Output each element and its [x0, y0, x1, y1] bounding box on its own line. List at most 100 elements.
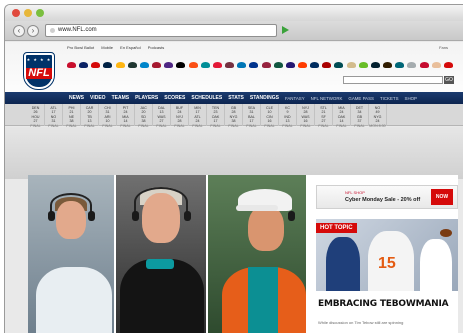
nav-news[interactable]: NEWS	[69, 95, 84, 101]
team-helmet-icon[interactable]	[334, 62, 344, 68]
utility-link-mobile[interactable]: Mobile	[101, 45, 113, 50]
go-arrow-icon[interactable]	[282, 26, 289, 34]
headset-icon	[134, 187, 188, 217]
team-helmet-icon[interactable]	[200, 62, 210, 68]
forward-button[interactable]: ›	[27, 25, 39, 37]
nfl-logo[interactable]: ★ ★ ★ ★ NFL	[23, 52, 55, 90]
score-game[interactable]: PIT 24 MIA 14 FINAL	[117, 104, 135, 128]
team-helmet-icon[interactable]	[346, 62, 356, 68]
score-game[interactable]: STL 21 SF 27 FINAL	[315, 104, 333, 128]
hero-section: NFL SHOP Cyber Monday Sale - 20% off NOW…	[28, 175, 458, 333]
team-helmet-icon[interactable]	[383, 62, 393, 68]
score-game[interactable]: ATL 17 NO 31 FINAL	[45, 104, 63, 128]
nav-fantasy[interactable]: FANTASY	[285, 96, 305, 101]
team-helmet-icon[interactable]	[297, 62, 307, 68]
utility-link-espanol[interactable]: En Español	[120, 45, 140, 50]
score-game[interactable]: NYJ 28 WAS 16 FINAL	[297, 104, 315, 128]
team-helmet-icon[interactable]	[103, 62, 113, 68]
earcup-right	[184, 211, 191, 221]
nav-teams[interactable]: TEAMS	[112, 95, 130, 101]
team-helmet-icon[interactable]	[310, 62, 320, 68]
team-helmet-icon[interactable]	[79, 62, 89, 68]
team-helmet-icon[interactable]	[407, 62, 417, 68]
score-game[interactable]: MIA 24 OAK 14 FINAL	[333, 104, 351, 128]
team-helmet-icon[interactable]	[164, 62, 174, 68]
hot-topic-image[interactable]: 15 HOT TOPIC	[316, 219, 458, 291]
team-helmet-icon[interactable]	[358, 62, 368, 68]
nav-standings[interactable]: STANDINGS	[250, 95, 279, 101]
nav-scores[interactable]: SCORES	[164, 95, 185, 101]
score-game[interactable]: KC 9 IND 13 FINAL	[279, 104, 297, 128]
score-game[interactable]: PHI 21 NE 38 FINAL	[63, 104, 81, 128]
browser-window: ‹ › www.NFL.com Pro Bowl Ballot Mobile E…	[4, 4, 463, 333]
score-game[interactable]: CHI 31 ARI 10 FINAL	[99, 104, 117, 128]
team-helmet-icon[interactable]	[188, 62, 198, 68]
nav-schedules[interactable]: SCHEDULES	[191, 95, 222, 101]
player-right	[420, 239, 452, 291]
fans-link[interactable]: Fans	[439, 45, 448, 50]
score-game[interactable]: JAC 20 SD 38 FINAL	[135, 104, 153, 128]
score-game[interactable]: SEA 31 BAL 17 FINAL	[243, 104, 261, 128]
score-game[interactable]: BUF 24 NYJ 28 FINAL	[171, 104, 189, 128]
team-helmet-icon[interactable]	[249, 62, 259, 68]
score-game[interactable]: MIN 17 ATL 24 FINAL	[189, 104, 207, 128]
score-game[interactable]: TEN 23 OAK 17 FINAL	[207, 104, 225, 128]
nav-stats[interactable]: STATS	[228, 95, 244, 101]
team-helmet-icon[interactable]	[212, 62, 222, 68]
page-background	[5, 127, 463, 179]
hot-topic-headline[interactable]: EMBRACING TEBOWMANIA	[318, 299, 449, 309]
team-helmet-icon[interactable]	[322, 62, 332, 68]
site-icon	[50, 28, 55, 33]
minimize-window-icon[interactable]	[24, 9, 32, 17]
jersey-number: 15	[378, 255, 396, 272]
search-input[interactable]	[343, 76, 443, 84]
team-helmet-icon[interactable]	[225, 62, 235, 68]
nav-tickets[interactable]: TICKETS	[380, 96, 399, 101]
utility-link-podcasts[interactable]: Podcasts	[148, 45, 164, 50]
team-helmet-icon[interactable]	[67, 62, 76, 68]
team-helmet-icon[interactable]	[176, 62, 186, 68]
nfl-shop-ad[interactable]: NFL SHOP Cyber Monday Sale - 20% off NOW	[316, 185, 458, 209]
zoom-window-icon[interactable]	[36, 9, 44, 17]
hot-topic-subtext: While discussion on Tim Tebow still are …	[318, 320, 404, 325]
close-window-icon[interactable]	[12, 9, 20, 17]
team-helmet-icon[interactable]	[431, 62, 441, 68]
team-helmet-icon[interactable]	[273, 62, 283, 68]
team-helmet-icon[interactable]	[370, 62, 380, 68]
team-helmet-icon[interactable]	[419, 62, 429, 68]
score-game[interactable]: GB 28 NYG 38 FINAL	[225, 104, 243, 128]
nav-nfl-network[interactable]: NFL NETWORK	[311, 96, 343, 101]
score-game[interactable]: DET 34 GB 37 FINAL	[351, 104, 369, 128]
team-helmet-icon[interactable]	[443, 62, 453, 68]
team-helmet-icon[interactable]	[261, 62, 271, 68]
team-helmet-icon[interactable]	[115, 62, 125, 68]
ad-now-button[interactable]: NOW	[431, 189, 453, 205]
search-button[interactable]: GO	[444, 76, 454, 84]
utility-link-pro-bowl[interactable]: Pro Bowl Ballot	[67, 45, 94, 50]
team-helmet-icon[interactable]	[152, 62, 162, 68]
team-helmet-icon[interactable]	[91, 62, 101, 68]
team-helmet-icon[interactable]	[237, 62, 247, 68]
coach-photo-3[interactable]	[208, 175, 306, 333]
team-helmet-icon[interactable]	[395, 62, 405, 68]
score-game[interactable]: CLE 10 CIN 16 FINAL	[261, 104, 279, 128]
address-bar[interactable]: www.NFL.com	[45, 24, 277, 37]
score-game[interactable]: DAL 13 WAS 27 FINAL	[153, 104, 171, 128]
score-game[interactable]: CAR 20 TB 13 FINAL	[81, 104, 99, 128]
team-helmet-icon[interactable]	[127, 62, 137, 68]
nav-video[interactable]: VIDEO	[90, 95, 106, 101]
score-game[interactable]: DEN 26 HOU 27 FINAL	[27, 104, 45, 128]
score-game[interactable]: NO 49 NYG 24 MON 8:30	[369, 104, 387, 128]
headset-icon	[50, 193, 92, 217]
nav-players[interactable]: PLAYERS	[135, 95, 158, 101]
earcup-left	[48, 211, 55, 221]
nav-game-pass[interactable]: GAME PASS	[348, 96, 374, 101]
back-button[interactable]: ‹	[13, 25, 25, 37]
nav-shop[interactable]: SHOP	[405, 96, 417, 101]
logo-stars: ★ ★ ★ ★	[26, 57, 52, 62]
earcup-right	[88, 211, 95, 221]
team-helmet-icon[interactable]	[139, 62, 149, 68]
coach-photo-1[interactable]	[28, 175, 114, 333]
team-helmet-icon[interactable]	[285, 62, 295, 68]
coach-photo-2[interactable]	[116, 175, 206, 333]
